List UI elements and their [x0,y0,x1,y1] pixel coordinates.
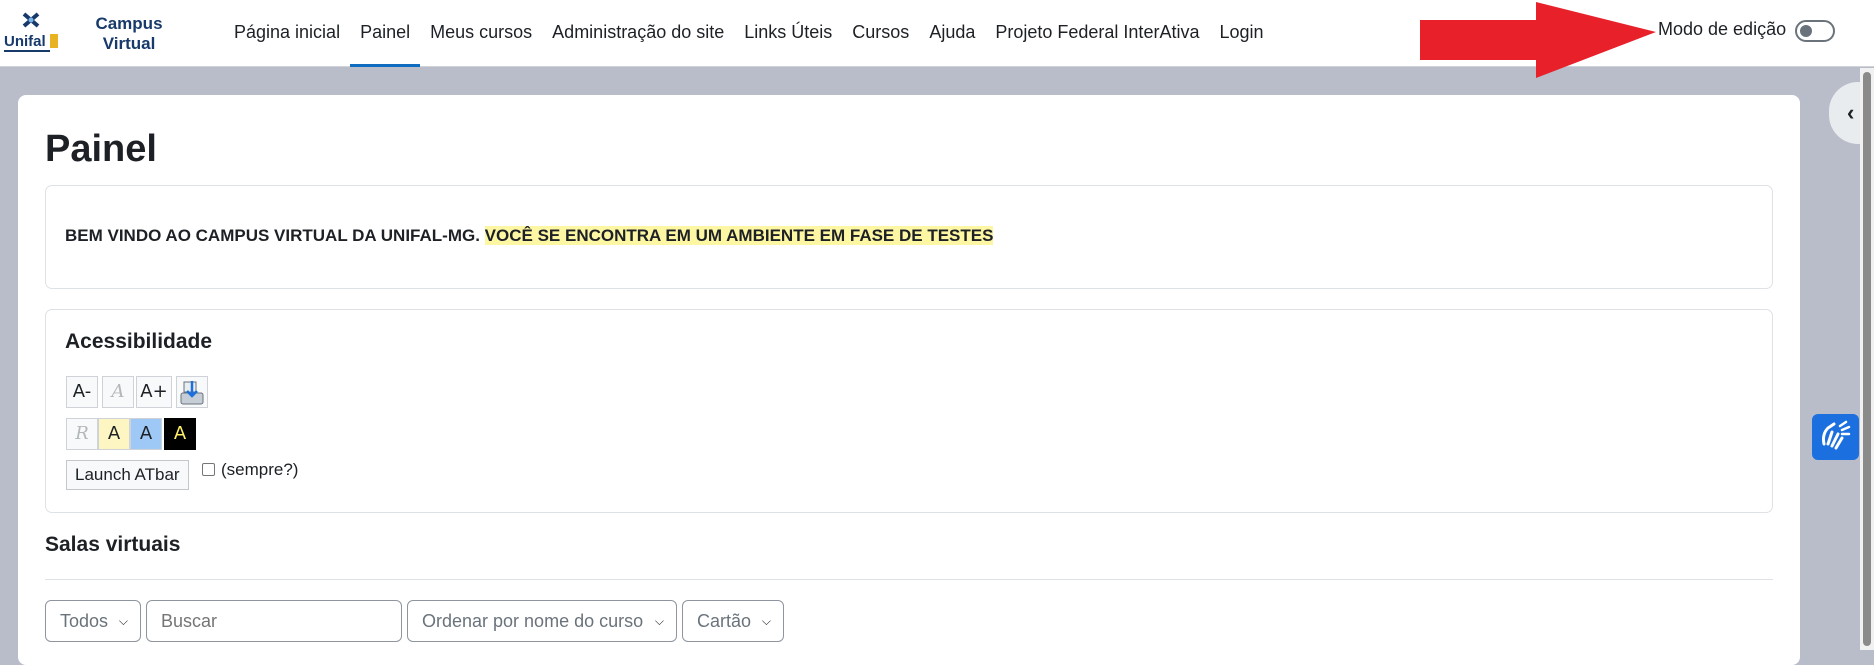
decrease-font-button[interactable]: A- [66,376,98,408]
sign-language-button[interactable] [1812,414,1859,460]
logo-text: Unifal [4,33,46,50]
save-settings-button[interactable] [176,376,208,408]
accessibility-block: Acessibilidade A- A A+ R A A A Launch AT… [45,309,1773,513]
toggle-knob [1800,25,1812,37]
edit-mode-label: Modo de edição [1658,19,1787,39]
reset-font-button[interactable]: A [102,376,134,408]
course-view-select[interactable]: Cartão ⌵ [682,600,784,642]
chevron-down-icon: ⌵ [654,614,664,628]
course-filter-select[interactable]: Todos ⌵ [45,600,141,642]
virtual-rooms-title: Salas virtuais [45,533,181,556]
welcome-text: BEM VINDO AO CAMPUS VIRTUAL DA UNIFAL-MG… [65,226,480,245]
course-sort-value: Ordenar por nome do curso [422,611,644,631]
chevron-left-icon: ‹ [1847,100,1855,125]
brand-line-1: Campus [95,14,163,33]
yellow-theme-button[interactable]: A [98,418,130,450]
nav-links-uteis[interactable]: Links Úteis [734,0,842,67]
nav-projeto-federal-interativa[interactable]: Projeto Federal InterAtiva [985,0,1209,67]
nav-ajuda[interactable]: Ajuda [919,0,985,67]
reset-color-button[interactable]: R [66,418,98,450]
nav-pagina-inicial[interactable]: Página inicial [224,0,350,67]
course-view-value: Cartão [697,611,752,631]
course-filter-value: Todos [60,611,109,631]
course-search-input[interactable] [146,600,402,642]
unifal-logo[interactable]: Unifal [4,12,58,56]
section-divider [45,579,1773,580]
brand-name[interactable]: Campus Virtual [84,14,174,54]
nav-painel[interactable]: Painel [350,0,421,67]
course-sort-select[interactable]: Ordenar por nome do curso ⌵ [407,600,677,642]
red-arrow-annotation [1420,2,1656,78]
high-contrast-button[interactable]: A [164,418,196,450]
chevron-down-icon: ⌵ [761,614,771,628]
blue-theme-button[interactable]: A [130,418,162,450]
page-title: Painel [45,128,157,170]
primary-navigation: Página inicial Painel Meus cursos Admini… [224,0,1274,67]
always-launch-label: (sempre?) [221,460,299,479]
nav-login[interactable]: Login [1209,0,1273,67]
nav-meus-cursos[interactable]: Meus cursos [420,0,542,67]
main-content: Painel BEM VINDO AO CAMPUS VIRTUAL DA UN… [18,95,1800,665]
nav-cursos[interactable]: Cursos [842,0,919,67]
chevron-down-icon: ⌵ [118,614,128,628]
always-launch-checkbox[interactable] [202,463,215,476]
brand-line-2: Virtual [102,34,156,53]
scrollbar-thumb[interactable] [1863,72,1871,646]
edit-mode-toggle[interactable] [1795,20,1835,42]
page-scrollbar[interactable] [1860,68,1874,650]
welcome-message: BEM VINDO AO CAMPUS VIRTUAL DA UNIFAL-MG… [65,226,994,246]
accessibility-title: Acessibilidade [65,330,213,353]
increase-font-button[interactable]: A+ [136,376,172,408]
nav-administracao-do-site[interactable]: Administração do site [542,0,734,67]
test-environment-notice: VOCÊ SE ENCONTRA EM UM AMBIENTE EM FASE … [484,226,994,245]
launch-atbar-button[interactable]: Launch ATbar [66,460,189,490]
sign-language-hands-icon [1822,420,1851,450]
welcome-block: BEM VINDO AO CAMPUS VIRTUAL DA UNIFAL-MG… [45,185,1773,289]
save-download-icon [180,381,204,405]
